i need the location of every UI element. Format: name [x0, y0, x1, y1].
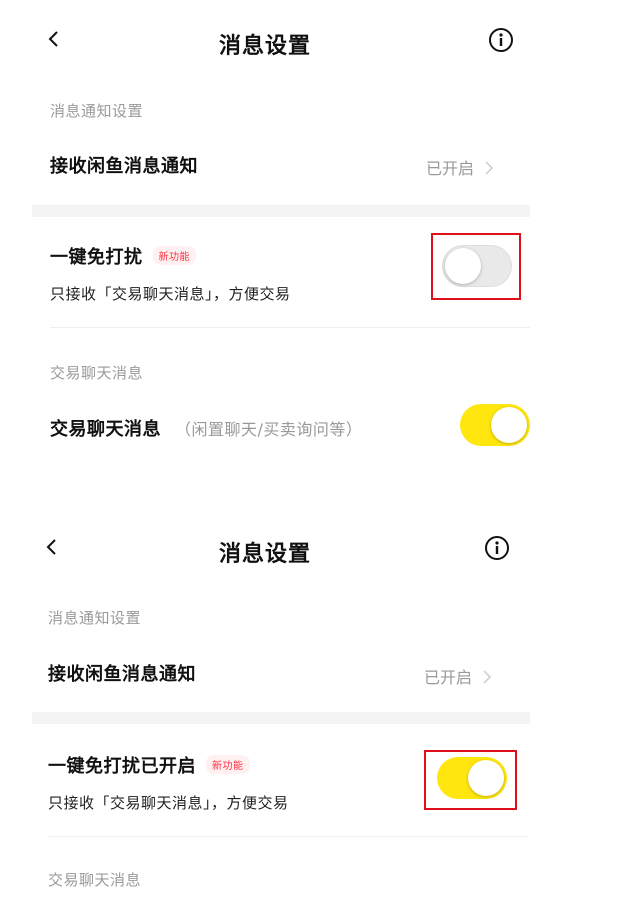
- receive-notification-row[interactable]: 接收闲鱼消息通知: [50, 152, 198, 178]
- settings-screen-before: 消息设置 消息通知设置 接收闲鱼消息通知 已开启 一键免打扰 新功能 只接收「交易…: [0, 0, 618, 470]
- row-divider: [50, 327, 530, 328]
- section-label-notification: 消息通知设置: [48, 609, 142, 627]
- section-label-notification: 消息通知设置: [50, 102, 144, 120]
- chevron-right-icon: [483, 670, 492, 684]
- status-label: 已开启: [426, 159, 475, 178]
- row-divider: [48, 836, 528, 837]
- dnd-title: 一键免打扰已开启: [48, 756, 196, 777]
- trade-chat-subtitle: （闲置聊天/买卖询问等）: [175, 420, 363, 439]
- settings-screen-after: 消息设置 消息通知设置 接收闲鱼消息通知 已开启 一键免打扰已开启 新功能 只接收…: [0, 510, 618, 904]
- toggle-knob: [491, 407, 527, 443]
- highlight-box: [431, 233, 521, 300]
- section-divider: [32, 205, 530, 217]
- dnd-row-title: 一键免打扰 新功能: [50, 243, 196, 269]
- dnd-description: 只接收「交易聊天消息」，方便交易: [50, 285, 291, 303]
- page-title: 消息设置: [218, 542, 311, 567]
- info-circle-icon[interactable]: [483, 534, 511, 562]
- receive-notification-row[interactable]: 接收闲鱼消息通知: [48, 660, 196, 686]
- section-label-trade: 交易聊天消息: [50, 364, 144, 382]
- highlight-box: [424, 750, 517, 810]
- info-circle-icon[interactable]: [487, 26, 515, 54]
- header: 消息设置: [0, 526, 530, 570]
- notification-status[interactable]: 已开启: [424, 664, 492, 688]
- status-label: 已开启: [424, 668, 473, 687]
- trade-chat-title: 交易聊天消息: [50, 419, 161, 440]
- dnd-row-title: 一键免打扰已开启 新功能: [48, 752, 250, 778]
- dnd-description: 只接收「交易聊天消息」，方便交易: [48, 794, 289, 812]
- header: 消息设置: [0, 18, 530, 62]
- new-feature-badge: 新功能: [152, 246, 196, 265]
- section-divider: [32, 712, 530, 724]
- page-title: 消息设置: [218, 34, 311, 59]
- new-feature-badge: 新功能: [206, 755, 250, 774]
- trade-chat-row: 交易聊天消息 （闲置聊天/买卖询问等）: [50, 415, 362, 441]
- trade-chat-toggle[interactable]: [460, 404, 530, 446]
- notification-status[interactable]: 已开启: [426, 155, 494, 179]
- chevron-right-icon: [485, 161, 494, 175]
- section-label-trade: 交易聊天消息: [48, 871, 142, 889]
- dnd-title: 一键免打扰: [50, 247, 143, 268]
